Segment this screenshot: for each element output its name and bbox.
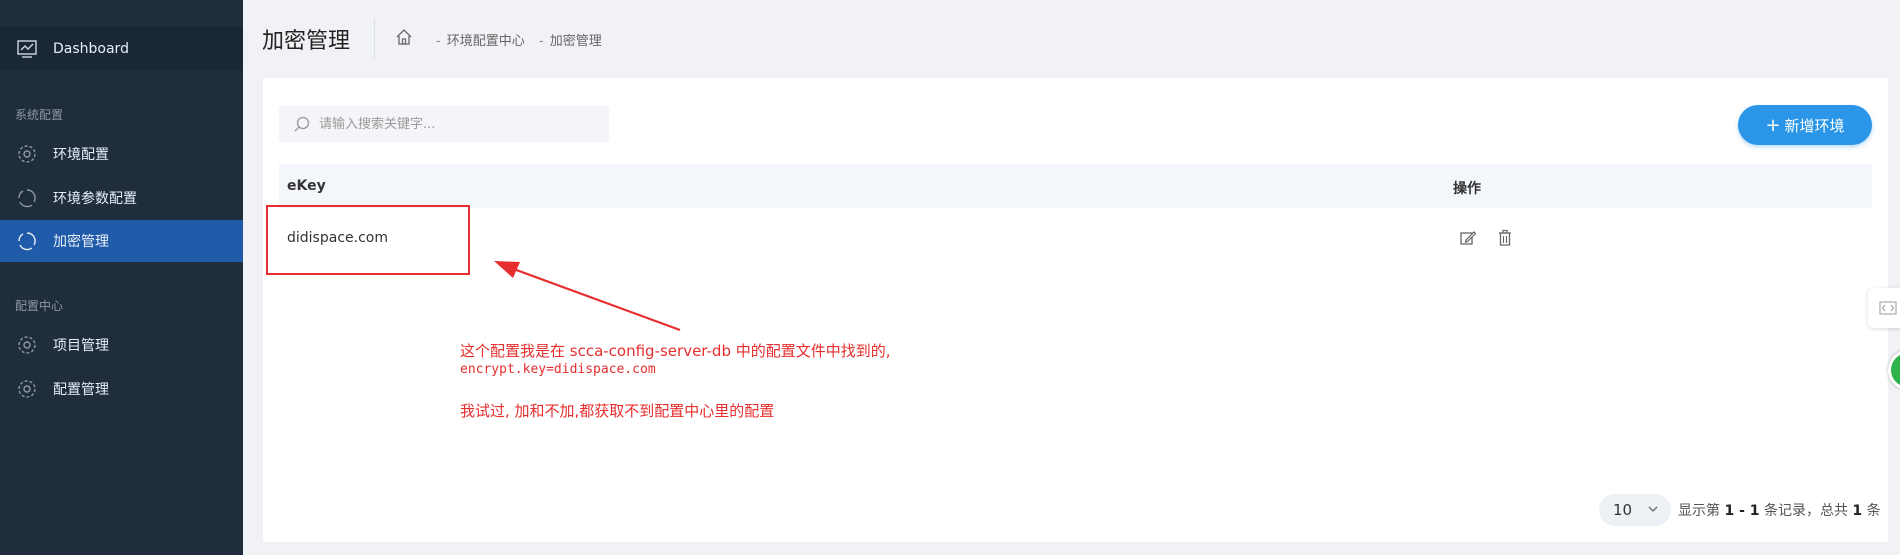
sidebar-item-config-mgmt[interactable]: 配置管理: [0, 368, 243, 410]
annotation-highlight-box: [266, 205, 470, 275]
pagination-text: 条: [1862, 503, 1881, 519]
annotation-arrow: [494, 261, 681, 332]
pagination-info: 显示第 1 - 1 条记录，总共 1 条: [1678, 500, 1881, 520]
trash-icon[interactable]: [1496, 229, 1514, 247]
breadcrumb-separator: -: [539, 34, 544, 49]
search-icon: [294, 116, 310, 132]
add-button-label: 新增环境: [1784, 116, 1845, 135]
title-divider: [374, 18, 375, 58]
search-input[interactable]: [319, 106, 599, 142]
pagination-range: 1 - 1: [1724, 503, 1760, 519]
home-icon[interactable]: [395, 28, 413, 46]
gear-icon: [18, 145, 36, 163]
page-title: 加密管理: [262, 29, 351, 54]
breadcrumb-item[interactable]: - 环境配置中心: [436, 30, 525, 49]
sidebar-item-label: 加密管理: [53, 234, 109, 250]
pagination-text: 条记录，总共: [1759, 503, 1853, 519]
sidebar-item-env-config[interactable]: 环境配置: [0, 133, 243, 175]
table-header: eKey 操作: [279, 164, 1872, 208]
gear-icon: [18, 336, 36, 354]
sidebar-group-system: 系统配置: [15, 108, 64, 122]
plus-icon: +: [1765, 114, 1781, 136]
sidebar-group-config: 配置中心: [15, 299, 64, 313]
sidebar-item-label: 环境参数配置: [53, 191, 137, 207]
pagination-text: 显示第: [1678, 503, 1725, 519]
sidebar-item-label: Dashboard: [53, 41, 129, 57]
cycle-icon: [18, 189, 36, 208]
dashboard-icon: [17, 40, 37, 58]
pagination-total: 1: [1852, 503, 1863, 519]
annotation-note-line2: encrypt.key=didispace.com: [460, 362, 656, 377]
breadcrumb-item: - 加密管理: [539, 30, 602, 49]
sidebar-item-label: 环境配置: [53, 147, 109, 163]
annotation-note-line3: 我试过, 加和不加,都获取不到配置中心里的配置: [460, 402, 775, 420]
sidebar-item-dashboard[interactable]: Dashboard: [0, 27, 243, 71]
sidebar-item-label: 配置管理: [53, 382, 109, 398]
sidebar-item-projects[interactable]: 项目管理: [0, 324, 243, 366]
page-size-value: 10: [1613, 501, 1633, 519]
code-view-button[interactable]: [1868, 288, 1900, 328]
code-icon: [1879, 301, 1897, 315]
sidebar-item-encryption[interactable]: 加密管理: [0, 220, 243, 262]
annotation-note-line1: 这个配置我是在 scca-config-server-db 中的配置文件中找到的…: [460, 342, 891, 360]
search-box: [279, 106, 609, 142]
column-header-actions: 操作: [1453, 181, 1481, 197]
sidebar-item-env-params[interactable]: 环境参数配置: [0, 177, 243, 219]
sidebar-item-label: 项目管理: [53, 338, 109, 354]
cycle-icon: [18, 232, 36, 251]
floating-action-button[interactable]: [1888, 350, 1900, 390]
sidebar: Dashboard 系统配置 环境配置 环境参数配置 加密管理 配置中心 项目管: [0, 0, 243, 555]
edit-icon[interactable]: [1459, 229, 1477, 247]
chevron-down-icon: [1648, 506, 1658, 512]
page-size-select[interactable]: 10: [1599, 494, 1671, 526]
add-environment-button[interactable]: + 新增环境: [1738, 105, 1872, 145]
breadcrumb-label: 加密管理: [549, 34, 602, 49]
column-header-ekey: eKey: [287, 178, 326, 194]
breadcrumb-label: 环境配置中心: [446, 34, 525, 49]
gear-icon: [18, 380, 36, 398]
breadcrumb-separator: -: [436, 34, 441, 49]
